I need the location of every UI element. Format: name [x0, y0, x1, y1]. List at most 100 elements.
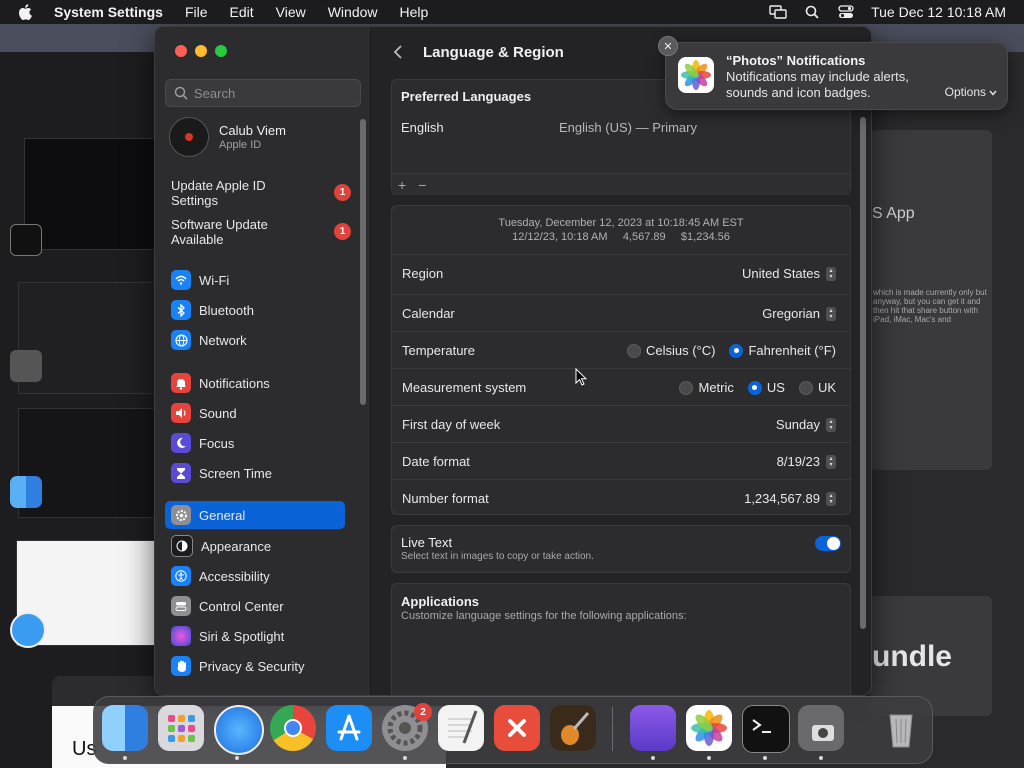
garageband-dock-icon[interactable] [550, 705, 596, 751]
sidebar-item-control-center[interactable]: Control Center [165, 594, 345, 618]
screenshot-dock-icon[interactable] [798, 705, 844, 751]
menu-file[interactable]: File [185, 4, 208, 20]
search-field[interactable]: Search [165, 79, 361, 107]
minimize-button[interactable] [195, 45, 207, 57]
sidebar-item-focus[interactable]: Focus [165, 431, 345, 455]
zoom-button[interactable] [215, 45, 227, 57]
sidebar-item-general[interactable]: General [165, 501, 345, 529]
launchpad-dock-icon[interactable] [158, 705, 204, 751]
sidebar-scrollbar[interactable] [360, 119, 366, 405]
software-update-badge: 1 [334, 223, 351, 240]
sidebar-item-bluetooth[interactable]: Bluetooth [165, 298, 345, 322]
sidebar-item-label: Accessibility [199, 568, 270, 584]
system-settings-badge: 2 [414, 703, 432, 721]
sidebar-item-appearance[interactable]: Appearance [165, 534, 345, 558]
software-update-item[interactable]: Software Update Available 1 [171, 217, 351, 247]
updown-chevron-icon: ▴ ▾ [826, 491, 836, 506]
finder-dock-icon[interactable] [102, 705, 148, 751]
sidebar-item-siri-spotlight[interactable]: Siri & Spotlight [165, 624, 345, 648]
measurement-row: Measurement system Metric US UK [392, 368, 850, 406]
region-popup[interactable]: United States ▴ ▾ [742, 266, 836, 281]
live-text-card: Live Text Select text in images to copy … [391, 525, 851, 573]
terminal-icon[interactable] [10, 224, 42, 256]
sidebar-item-sound[interactable]: Sound [165, 401, 345, 425]
notification-close-button[interactable]: ✕ [658, 36, 678, 56]
region-formats-card: Tuesday, December 12, 2023 at 10:18:45 A… [391, 205, 851, 515]
search-placeholder: Search [194, 85, 236, 101]
notification-options-button[interactable]: Options [945, 85, 997, 99]
fahrenheit-label: Fahrenheit (°F) [748, 343, 836, 358]
menu-window[interactable]: Window [328, 4, 378, 20]
search-icon [174, 86, 188, 100]
number-format-popup[interactable]: 1,234,567.89 ▴ ▾ [744, 491, 836, 506]
region-value: United States [741, 266, 820, 281]
sidebar-item-label: Siri & Spotlight [199, 628, 285, 644]
update-badge: 1 [334, 184, 351, 201]
sidebar-item-wifi[interactable]: Wi-Fi [165, 268, 345, 292]
celsius-radio[interactable]: Celsius (°C) [626, 343, 715, 358]
textedit-dock-icon[interactable] [438, 705, 484, 751]
menu-clock[interactable]: Tue Dec 12 10:18 AM [871, 4, 1006, 20]
background-card-text: which is made currently only but anyway,… [873, 288, 987, 324]
screenshot-app-icon[interactable] [10, 350, 42, 382]
update-apple-id-item[interactable]: Update Apple ID Settings 1 [171, 178, 351, 208]
uk-radio[interactable]: UK [798, 380, 836, 395]
language-english[interactable]: English [401, 120, 444, 135]
trash-dock-icon[interactable] [878, 705, 924, 751]
terminal-dock-icon[interactable] [742, 705, 790, 753]
chrome-dock-icon[interactable] [270, 705, 316, 751]
region-row: Region United States ▴ ▾ [392, 254, 850, 292]
apple-id-account[interactable]: Calub Viem Apple ID [169, 117, 286, 157]
photos-dock-icon[interactable] [686, 705, 732, 751]
sidebar-item-label: Privacy & Security [199, 658, 305, 674]
first-day-label: First day of week [402, 417, 501, 432]
updown-chevron-icon: ▴ ▾ [826, 417, 836, 432]
remote-desktop-dock-icon[interactable] [494, 705, 540, 751]
metric-radio[interactable]: Metric [679, 380, 734, 395]
safari-icon[interactable] [10, 612, 46, 648]
sidebar-item-network[interactable]: Network [165, 328, 345, 352]
finder-icon[interactable] [10, 476, 42, 508]
preferred-languages-title: Preferred Languages [401, 89, 532, 104]
sidebar-item-privacy-security[interactable]: Privacy & Security [165, 654, 345, 678]
us-radio[interactable]: US [747, 380, 785, 395]
measurement-label: Measurement system [402, 380, 527, 395]
date-format-popup[interactable]: 8/19/23 ▴ ▾ [777, 454, 836, 469]
sidebar-item-screen-time[interactable]: Screen Time [165, 461, 345, 485]
menu-app-name[interactable]: System Settings [54, 4, 163, 20]
add-language-button[interactable]: + [398, 177, 406, 193]
apple-configurator-dock-icon[interactable] [630, 705, 676, 751]
calendar-popup[interactable]: Gregorian ▴ ▾ [762, 306, 836, 321]
close-button[interactable] [175, 45, 187, 57]
avatar [169, 117, 209, 157]
background-card-2-title: undle [872, 640, 952, 673]
safari-dock-icon[interactable] [214, 705, 264, 755]
spotlight-search-icon[interactable] [803, 5, 821, 19]
photos-notification[interactable]: “Photos” Notifications Notifications may… [665, 42, 1008, 110]
terminal-window-thumbnail[interactable] [24, 138, 156, 250]
menu-help[interactable]: Help [400, 4, 429, 20]
applications-card: Applications Customize language settings… [391, 583, 851, 695]
menu-view[interactable]: View [276, 4, 306, 20]
temperature-row: Temperature Celsius (°C) Fahrenheit (°F) [392, 331, 850, 369]
apple-menu-icon[interactable] [18, 4, 36, 20]
first-day-popup[interactable]: Sunday ▴ ▾ [776, 417, 836, 432]
temperature-label: Temperature [402, 343, 475, 358]
screen-mirroring-icon[interactable] [769, 5, 787, 19]
control-center-icon[interactable] [837, 5, 855, 19]
remove-language-button[interactable]: − [418, 177, 426, 193]
menu-edit[interactable]: Edit [230, 4, 254, 20]
app-store-dock-icon[interactable] [326, 705, 372, 751]
running-indicator [763, 756, 767, 760]
sidebar-item-notifications[interactable]: Notifications [165, 371, 345, 395]
options-label: Options [944, 85, 986, 99]
control-center-icon [171, 596, 191, 616]
content-scrollbar[interactable] [860, 117, 866, 629]
fahrenheit-radio[interactable]: Fahrenheit (°F) [729, 343, 836, 358]
notification-body: Notifications may include alerts, sounds… [726, 69, 909, 100]
back-button[interactable] [393, 45, 405, 59]
sidebar-item-label: Bluetooth [199, 302, 254, 318]
sidebar-item-accessibility[interactable]: Accessibility [165, 564, 345, 588]
mouse-pointer-icon [575, 367, 588, 391]
live-text-toggle[interactable] [815, 536, 841, 551]
